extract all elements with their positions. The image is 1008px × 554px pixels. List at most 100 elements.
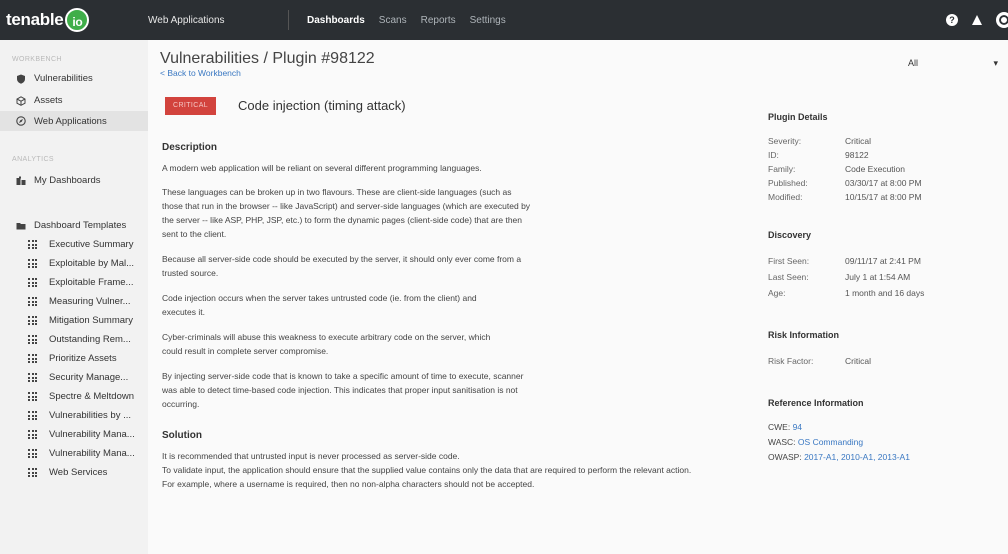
detail-key: Family: (768, 164, 796, 174)
template-label: Prioritize Assets (49, 353, 117, 364)
owasp-link[interactable]: 2017-A1, 2010-A1, 2013-A1 (804, 452, 910, 462)
chevron-down-icon: ▾ (993, 58, 998, 68)
detail-key: Modified: (768, 192, 803, 202)
vulnerability-description: Description A modern web application wil… (162, 141, 732, 491)
template-label: Mitigation Summary (49, 315, 133, 326)
template-item[interactable]: Exploitable by Mal... (0, 254, 148, 273)
description-paragraph: Code injection occurs when the server ta… (162, 293, 477, 317)
back-to-workbench-link[interactable]: < Back to Workbench (160, 68, 241, 78)
reference-label: WASC: (768, 437, 796, 447)
solution-line: For example, where a username is require… (162, 479, 535, 489)
grid-icon (28, 392, 37, 401)
template-label: Spectre & Meltdown (49, 391, 135, 402)
sidebar-item-assets[interactable]: Assets (0, 91, 148, 110)
top-navigation-bar: tenable io Web Applications Dashboards S… (0, 0, 1008, 40)
template-item[interactable]: Exploitable Frame... (0, 273, 148, 292)
filter-select[interactable]: All ▾ (908, 58, 998, 69)
reference-information-heading: Reference Information (768, 398, 864, 408)
detail-row: ID: 98122 (768, 148, 998, 162)
detail-row: Risk Factor: Critical (768, 354, 998, 368)
grid-icon (28, 316, 37, 325)
dashboard-template-list: Executive Summary Exploitable by Mal... … (0, 235, 148, 482)
detail-value: 10/15/17 at 8:00 PM (845, 192, 922, 202)
detail-key: Published: (768, 178, 808, 188)
app-switcher[interactable]: Web Applications (148, 15, 288, 26)
detail-key: Risk Factor: (768, 356, 814, 366)
template-item[interactable]: Measuring Vulner... (0, 292, 148, 311)
grid-icon (28, 430, 37, 439)
sidebar-item-my-dashboards[interactable]: My Dashboards (0, 171, 148, 190)
detail-row: Modified: 10/15/17 at 8:00 PM (768, 190, 998, 204)
grid-icon (28, 354, 37, 363)
grid-icon (28, 373, 37, 382)
description-paragraph: Because all server-side code should be e… (162, 254, 522, 278)
template-label: Vulnerability Mana... (49, 429, 135, 440)
folder-icon (16, 222, 26, 229)
solution-heading: Solution (162, 430, 202, 441)
cwe-link[interactable]: 94 (793, 422, 802, 432)
risk-information-heading: Risk Information (768, 330, 840, 340)
template-item[interactable]: Outstanding Rem... (0, 330, 148, 349)
sidebar-item-web-applications[interactable]: Web Applications (0, 111, 148, 131)
description-paragraph: A modern web application will be reliant… (162, 163, 482, 173)
reference-row: CWE: 94 (768, 420, 998, 435)
detail-value: 98122 (845, 150, 869, 160)
nav-settings[interactable]: Settings (470, 15, 506, 26)
template-item[interactable]: Executive Summary (0, 235, 148, 254)
plugin-details-list: Severity: Critical ID: 98122 Family: Code E… (768, 134, 998, 204)
template-item[interactable]: Vulnerabilities by ... (0, 406, 148, 425)
template-item[interactable]: Vulnerability Mana... (0, 444, 148, 463)
detail-key: Severity: (768, 136, 802, 146)
detail-value: 03/30/17 at 8:00 PM (845, 178, 922, 188)
grid-icon (28, 449, 37, 458)
grid-icon (28, 278, 37, 287)
nav-dashboards[interactable]: Dashboards (307, 15, 365, 26)
wasc-link[interactable]: OS Commanding (798, 437, 863, 447)
sidebar-item-label: Dashboard Templates (34, 220, 127, 231)
template-item[interactable]: Spectre & Meltdown (0, 387, 148, 406)
detail-row: First Seen: 09/11/17 at 2:41 PM (768, 254, 998, 270)
description-heading: Description (162, 142, 218, 153)
solution-line: To validate input, the application shoul… (162, 465, 692, 475)
workbench-heading: WORKBENCH (12, 56, 62, 63)
grid-icon (28, 297, 37, 306)
solution-line: It is recommended that untrusted input i… (162, 451, 460, 461)
detail-key: First Seen: (768, 256, 810, 266)
sidebar-item-label: Vulnerabilities (34, 73, 93, 84)
detail-value: 09/11/17 at 2:41 PM (845, 256, 921, 266)
cube-icon (16, 95, 26, 106)
detail-value: July 1 at 1:54 AM (845, 272, 911, 282)
reference-row: OWASP: 2017-A1, 2010-A1, 2013-A1 (768, 450, 998, 465)
severity-badge: CRITICAL (165, 97, 217, 115)
sidebar-item-vulnerabilities[interactable]: Vulnerabilities (0, 69, 148, 88)
grid-icon (28, 240, 37, 249)
nav-scans[interactable]: Scans (379, 15, 407, 26)
reference-list: CWE: 94 WASC: OS Commanding OWASP: 2017-… (768, 420, 998, 465)
detail-value: Critical (845, 356, 871, 366)
template-item[interactable]: Web Services (0, 463, 148, 482)
detail-row: Family: Code Execution (768, 162, 998, 176)
filter-value: All (908, 58, 919, 68)
template-item[interactable]: Mitigation Summary (0, 311, 148, 330)
compass-icon (16, 116, 26, 126)
grid-icon (28, 259, 37, 268)
grid-icon (28, 468, 37, 477)
tenable-logo[interactable]: tenable io (0, 8, 148, 32)
template-item[interactable]: Vulnerability Mana... (0, 425, 148, 444)
template-item[interactable]: Prioritize Assets (0, 349, 148, 368)
detail-value: Code Execution (845, 164, 906, 174)
bell-icon[interactable] (972, 15, 982, 25)
template-label: Measuring Vulner... (49, 296, 131, 307)
dashboards-icon (16, 176, 26, 185)
template-label: Security Manage... (49, 372, 129, 383)
template-label: Exploitable by Mal... (49, 258, 135, 269)
sidebar-item-dashboard-templates[interactable]: Dashboard Templates (0, 216, 148, 235)
plugin-details-heading: Plugin Details (768, 112, 828, 122)
template-label: Vulnerabilities by ... (49, 410, 132, 421)
help-icon[interactable]: ? (946, 14, 958, 26)
user-icon[interactable] (996, 12, 1008, 28)
main-content: Vulnerabilities / Plugin #98122 < Back t… (148, 40, 1008, 554)
template-label: Vulnerability Mana... (49, 448, 135, 459)
template-item[interactable]: Security Manage... (0, 368, 148, 387)
nav-reports[interactable]: Reports (421, 15, 456, 26)
